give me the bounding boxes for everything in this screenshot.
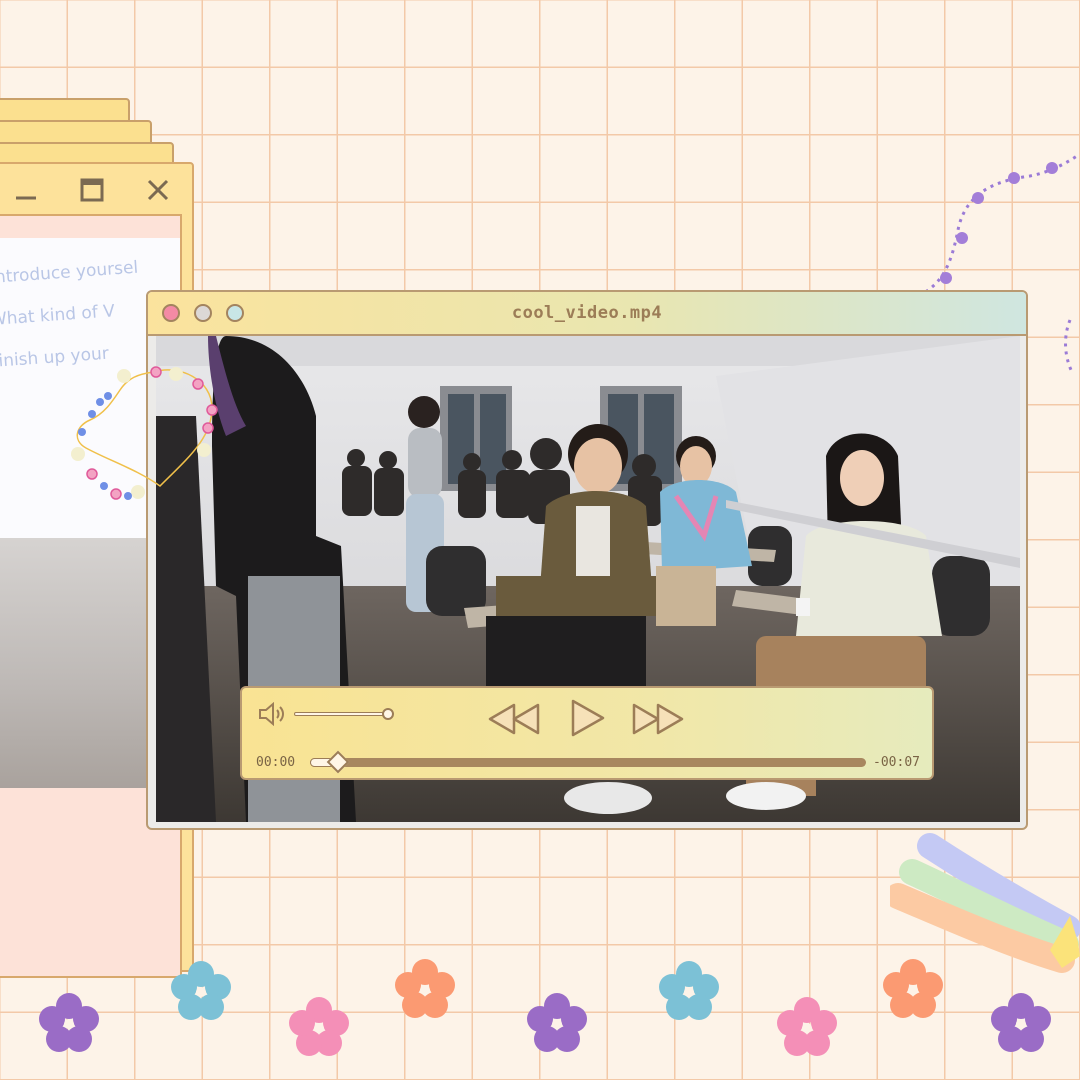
- fast-forward-icon[interactable]: [632, 702, 684, 736]
- player-controls: 00:00 -00:07: [240, 686, 934, 780]
- close-icon[interactable]: [146, 178, 170, 202]
- flower-decoration: [883, 959, 943, 1018]
- volume-icon[interactable]: [258, 702, 288, 726]
- progress-bar[interactable]: [310, 750, 866, 774]
- flower-decoration: [39, 993, 99, 1052]
- flower-decoration: [991, 993, 1051, 1052]
- flower-decoration: [659, 961, 719, 1020]
- time-remaining: -00:07: [873, 755, 920, 770]
- flower-decoration: [527, 993, 587, 1052]
- minimize-icon[interactable]: [14, 178, 38, 202]
- slide-line: Introduce yoursel: [0, 257, 139, 288]
- maximize-icon[interactable]: [80, 178, 104, 202]
- progress-track: [310, 758, 866, 767]
- time-elapsed: 00:00: [256, 755, 296, 770]
- slide-line: What kind of V: [0, 301, 116, 330]
- flower-decoration: [777, 997, 837, 1056]
- volume-knob[interactable]: [382, 708, 394, 720]
- volume-slider[interactable]: [294, 708, 394, 720]
- volume-track: [294, 712, 390, 716]
- flower-decoration: [171, 961, 231, 1020]
- flower-decoration: [289, 997, 349, 1056]
- rewind-icon[interactable]: [488, 702, 540, 736]
- flower-decoration: [395, 959, 455, 1018]
- video-title: cool_video.mp4: [511, 303, 663, 323]
- play-icon[interactable]: [570, 698, 606, 738]
- background-window-titlebar: [0, 164, 192, 214]
- progress-knob[interactable]: [326, 750, 350, 774]
- bead-heart-decoration: [71, 366, 218, 500]
- player-titlebar: cool_video.mp4: [148, 292, 1026, 336]
